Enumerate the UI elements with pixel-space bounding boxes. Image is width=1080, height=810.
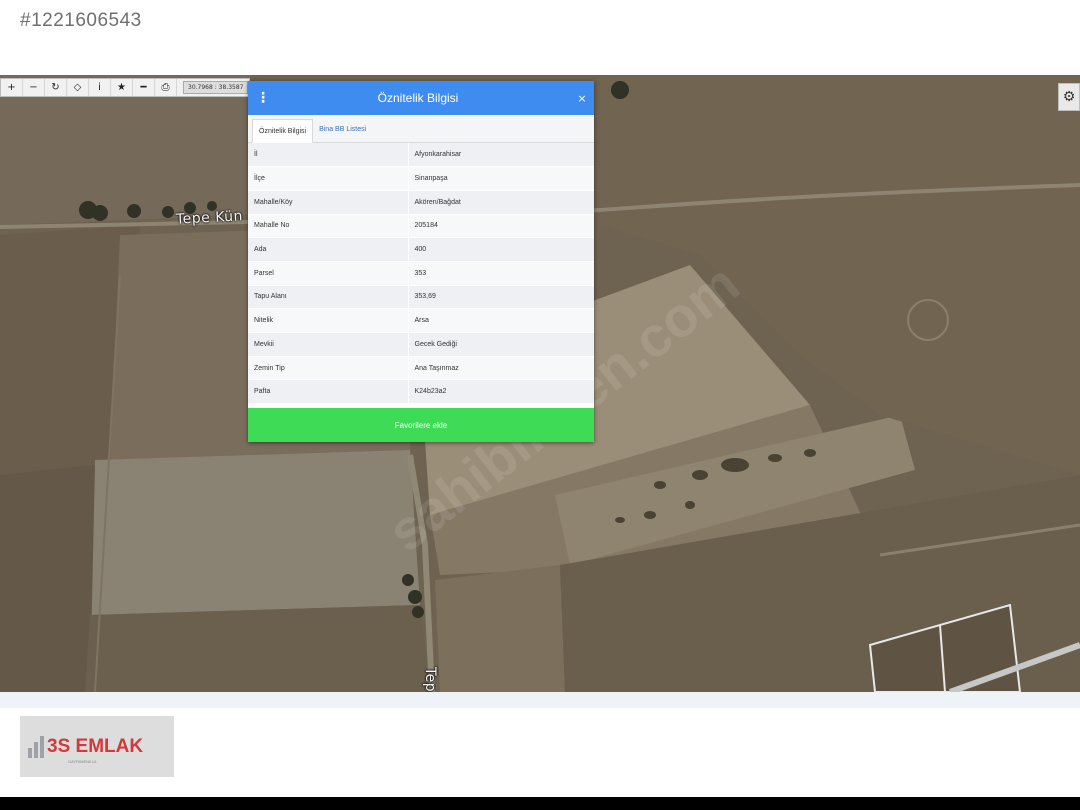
attr-key: Pafta — [248, 379, 409, 404]
measure-icon[interactable]: ━ — [133, 79, 155, 96]
attr-value: Afyonkarahisar — [414, 151, 462, 159]
attribute-popup: ⋮ Öznitelik Bilgisi × Öznitelik Bilgisi … — [248, 81, 594, 442]
popup-tabs: Öznitelik Bilgisi Bina BB Listesi — [248, 115, 594, 143]
bottom-divider — [0, 692, 1080, 708]
logo-bars-icon — [28, 735, 44, 758]
table-row: Mahalle No 205184 — [248, 214, 594, 238]
attr-value: Sinanpaşa — [414, 175, 448, 183]
attr-value: 205184 — [414, 222, 438, 230]
zoom-in-button[interactable]: + — [1, 79, 23, 96]
gear-icon[interactable]: ⚙ — [1058, 83, 1080, 111]
coordinate-readout: 30.7968 : 38.3587 — [183, 81, 249, 94]
info-icon[interactable]: i — [89, 79, 111, 96]
attr-key: İl — [248, 143, 409, 167]
attr-value: Arsa — [414, 317, 429, 325]
attr-value: Ana Taşınmaz — [414, 364, 459, 372]
table-row: Ada 400 — [248, 237, 594, 262]
close-icon[interactable]: × — [570, 92, 594, 105]
attr-value: Akören/Bağdat — [414, 198, 461, 206]
attr-key: Zemin Tip — [248, 356, 409, 380]
attr-key: Mahalle/Köy — [248, 190, 409, 215]
table-row: Mevkii Gecek Gediği — [248, 332, 594, 357]
logo-text: 3S EMLAK — [47, 735, 144, 757]
table-row: Tapu Alanı 353,69 — [248, 285, 594, 309]
attr-value: Gecek Gediği — [414, 340, 457, 348]
attr-key: Nitelik — [248, 308, 409, 333]
attr-value: K24b23a2 — [414, 388, 447, 396]
popup-header: ⋮ Öznitelik Bilgisi × — [248, 81, 594, 115]
table-row: Parsel 353 — [248, 261, 594, 286]
listing-id: #1221606543 — [20, 10, 142, 31]
attr-key: İlçe — [248, 166, 409, 191]
print-icon[interactable]: ⎙ — [155, 79, 177, 96]
table-row: Pafta K24b23a2 — [248, 379, 594, 404]
locate-icon[interactable]: ◇ — [67, 79, 89, 96]
attr-value: 353,69 — [414, 293, 436, 301]
bottom-bar — [0, 797, 1080, 810]
zoom-out-button[interactable]: − — [23, 79, 45, 96]
table-row: Zemin Tip Ana Taşınmaz — [248, 356, 594, 380]
table-row: Mahalle/Köy Akören/Bağdat — [248, 190, 594, 215]
star-icon[interactable]: ★ — [111, 79, 133, 96]
add-to-favorites-button[interactable]: Favorilere ekle — [248, 408, 594, 442]
attr-value: 400 — [414, 246, 427, 254]
popup-title: Öznitelik Bilgisi — [377, 91, 459, 105]
refresh-icon[interactable]: ↻ — [45, 79, 67, 96]
table-row: İl Afyonkarahisar — [248, 143, 594, 167]
attr-value: 353 — [414, 269, 427, 277]
tab-building-list[interactable]: Bina BB Listesi — [313, 118, 372, 142]
table-row: İlçe Sinanpaşa — [248, 166, 594, 191]
tab-attribute-info[interactable]: Öznitelik Bilgisi — [252, 119, 314, 143]
satellite-map[interactable]: sahibinden.com Tepe Kün Tepe + − ↻ ◇ i ★… — [0, 75, 1080, 692]
attr-key: Tapu Alanı — [248, 285, 409, 309]
map-toolbar: + − ↻ ◇ i ★ ━ ⎙ 30.7968 : 38.3587 — [0, 78, 250, 97]
attr-key: Mevkii — [248, 332, 409, 357]
logo-subtitle: GAYRİMENKUL — [68, 759, 97, 764]
road-label-vertical: Tepe — [422, 667, 438, 692]
attr-key: Ada — [248, 237, 409, 262]
agency-logo: 3S EMLAK GAYRİMENKUL — [20, 716, 174, 777]
listing-page: #1221606543 Tepe Kün Tepe + − ↻ ◇ i ★ ━ … — [0, 0, 1080, 810]
table-row: Nitelik Arsa — [248, 308, 594, 333]
menu-icon[interactable]: ⋮ — [248, 90, 278, 106]
attr-key: Parsel — [248, 261, 409, 286]
attr-key: Mahalle No — [248, 214, 409, 238]
attribute-table: İl Afyonkarahisar İlçe Sinanpaşa Mahalle/K… — [248, 143, 594, 404]
